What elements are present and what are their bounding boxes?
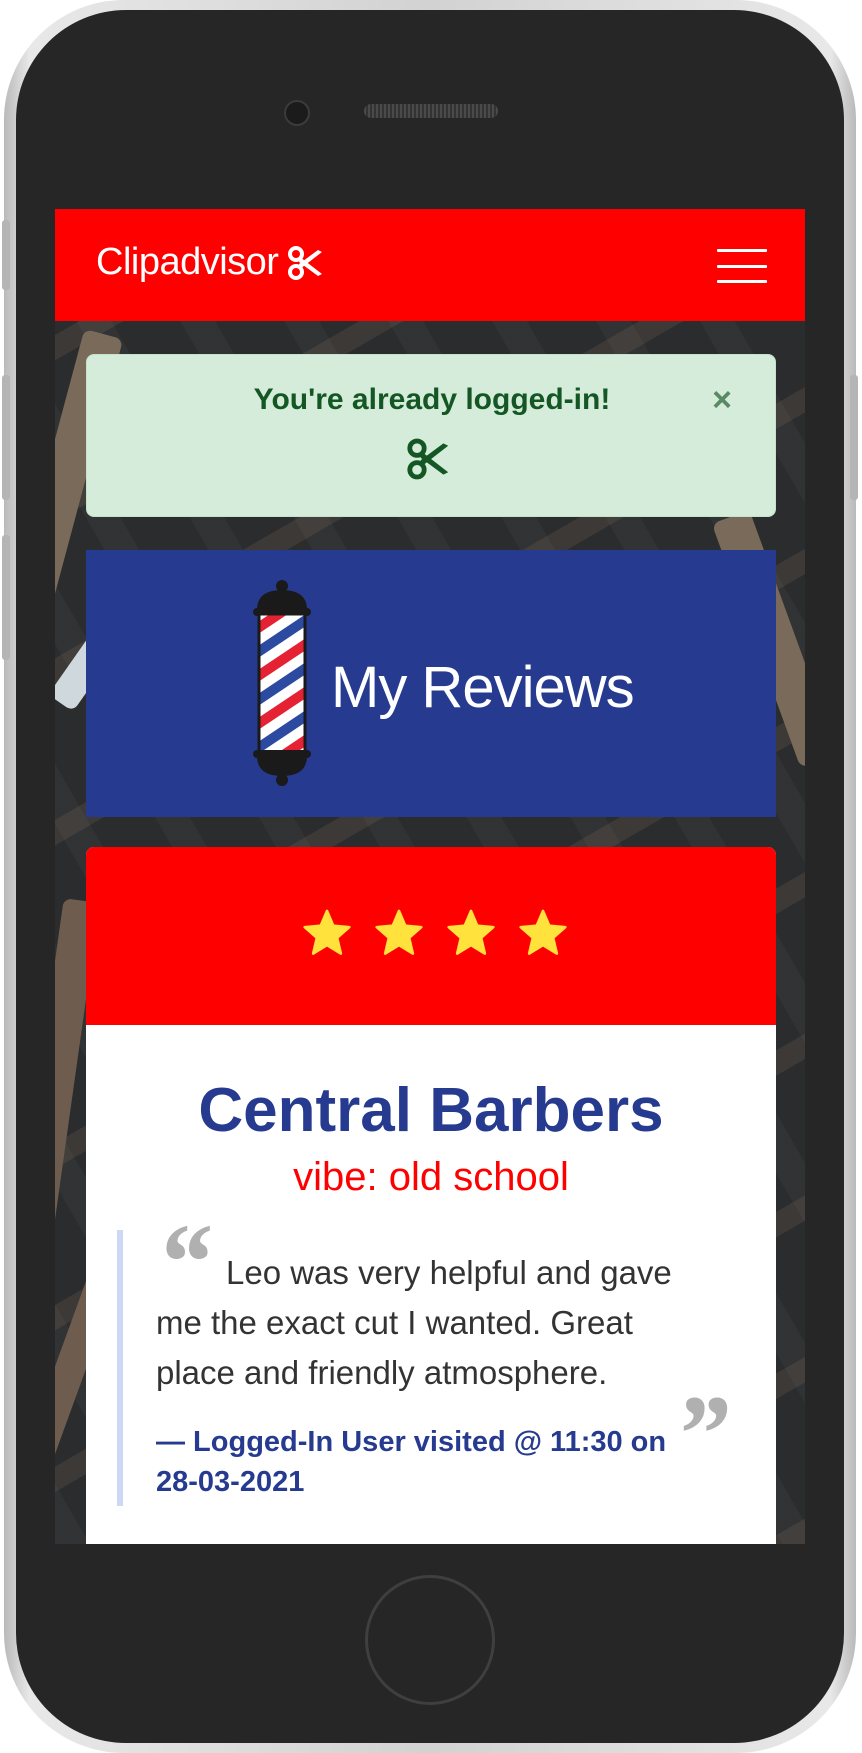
blockquote-border: [117, 1230, 123, 1506]
star-icon: [303, 909, 351, 955]
star-icon: [519, 909, 567, 955]
review-text: Leo was very helpful and gave me the exa…: [156, 1254, 672, 1391]
rating-header: [86, 847, 776, 1025]
mute-switch: [2, 220, 10, 290]
volume-up-button: [2, 375, 10, 500]
close-icon[interactable]: ×: [707, 383, 737, 417]
earpiece-speaker: [364, 104, 498, 118]
star-rating: [300, 907, 570, 959]
star-icon: [375, 909, 423, 955]
front-camera: [284, 100, 310, 126]
page-title: My Reviews: [331, 655, 635, 720]
power-button: [850, 375, 858, 500]
login-alert: You're already logged-in! ×: [86, 354, 776, 517]
page-header: My Reviews: [86, 550, 776, 817]
navbar: Clipadvisor: [55, 209, 805, 321]
review-author: — Logged-In User visited @ 11:30 on 28-0…: [156, 1426, 667, 1498]
scissors-icon: [407, 438, 449, 480]
star-icon: [447, 909, 495, 955]
app-screen: Clipadvisor You're already logged-in! ×: [55, 209, 805, 1544]
hamburger-menu-icon[interactable]: [717, 249, 767, 283]
volume-down-button: [2, 535, 10, 660]
scissors-icon: [288, 245, 323, 280]
home-button[interactable]: [365, 1575, 495, 1705]
barber-pole-icon: [253, 580, 311, 786]
shop-vibe: vibe: old school: [293, 1155, 569, 1199]
review-card: Central Barbers vibe: old school “ Leo w…: [86, 847, 776, 1544]
shop-name[interactable]: Central Barbers: [86, 1075, 776, 1146]
brand-name: Clipadvisor: [96, 241, 279, 283]
alert-message: You're already logged-in!: [253, 383, 611, 416]
brand-logo[interactable]: Clipadvisor: [96, 241, 326, 284]
